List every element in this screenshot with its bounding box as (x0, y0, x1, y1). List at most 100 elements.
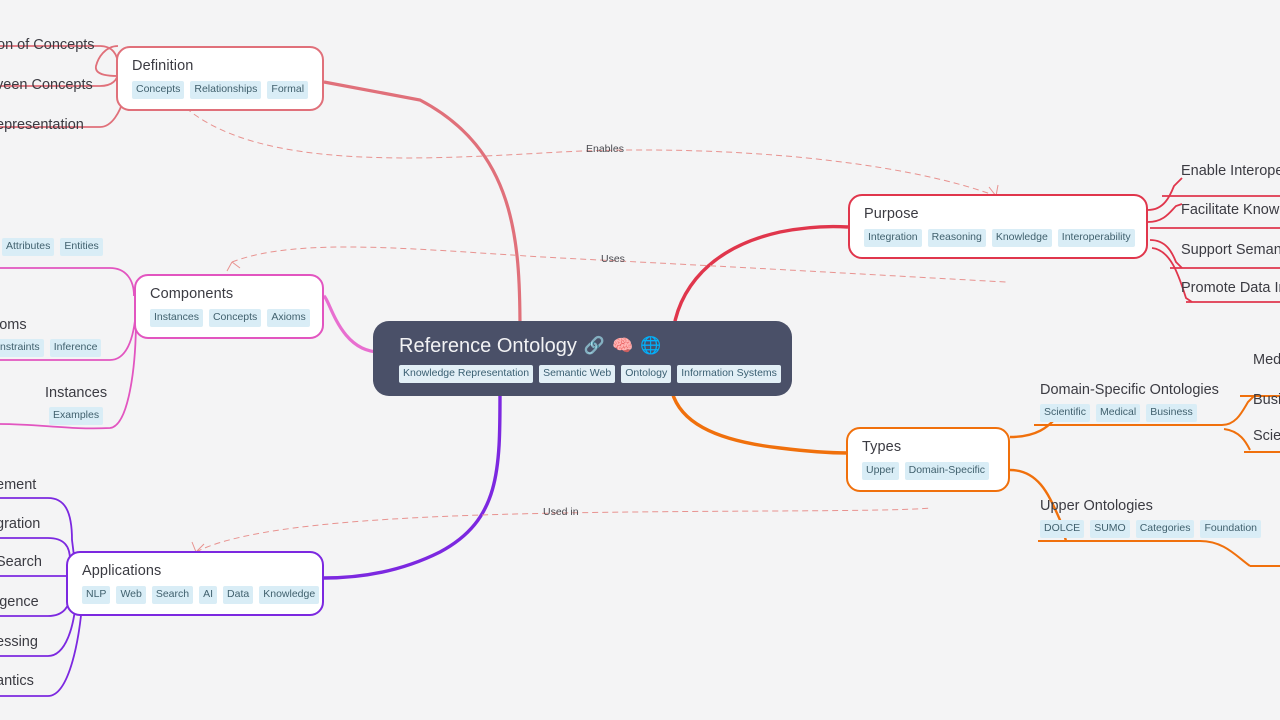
node-title: Types (862, 439, 902, 455)
connection-label-used-in: Used in (543, 506, 579, 518)
tag[interactable]: Medical (1096, 404, 1141, 422)
node-types-child-upper[interactable]: Upper Ontologies DOLCE SUMO Categories F… (1040, 497, 1262, 538)
connection-label-enables: Enables (586, 143, 624, 155)
tag[interactable]: Relationships (190, 81, 262, 99)
tag[interactable]: Search (151, 586, 194, 604)
connection-label-uses: Uses (601, 253, 625, 265)
node-title: Components (150, 286, 234, 302)
tag[interactable]: Foundation (1200, 520, 1262, 538)
node-applications-child-2[interactable]: gration (0, 515, 40, 534)
tag[interactable]: Information Systems (677, 365, 781, 383)
tag[interactable]: Knowledge Representation (399, 365, 534, 383)
node-components-child-1[interactable]: Attributes Entities (2, 238, 103, 256)
tag[interactable]: DOLCE (1040, 520, 1085, 538)
node-title: Domain-Specific Ontologies (1040, 382, 1219, 398)
link-icon: 🔗 (583, 336, 606, 355)
node-definition-child-2[interactable]: veen Concepts (0, 76, 93, 95)
node-applications[interactable]: Applications NLP Web Search AI Data Know… (66, 551, 324, 616)
node-title: Purpose (864, 206, 919, 222)
node-components-child-2[interactable]: ioms nstraints Inference (0, 316, 102, 357)
node-tags: Scientific Medical Business (1040, 404, 1219, 422)
tag[interactable]: Scientific (1040, 404, 1091, 422)
connection-label-text: Uses (601, 253, 625, 265)
edge-components-leaf-1 (0, 267, 135, 297)
node-types-grandchild-1[interactable]: Med (1253, 351, 1280, 370)
tag[interactable]: Examples (48, 407, 104, 425)
edge-dso-child-2 (1223, 428, 1251, 451)
central-node[interactable]: Reference Ontology 🔗 🧠 🌐 Knowledge Repre… (373, 321, 792, 396)
node-types-grandchild-2[interactable]: Busi (1253, 391, 1280, 410)
node-title: gration (0, 516, 41, 532)
tag[interactable]: Concepts (208, 309, 262, 327)
tag[interactable]: Instances (150, 309, 203, 327)
edge-central-components (322, 294, 381, 354)
node-applications-child-6[interactable]: antics (0, 672, 34, 691)
node-title: essing (0, 634, 38, 650)
node-purpose-child-4[interactable]: Promote Data Int (1181, 279, 1280, 298)
node-title: ioms (0, 317, 27, 333)
node-purpose[interactable]: Purpose Integration Reasoning Knowledge … (848, 194, 1148, 259)
node-tags: Instances Concepts Axioms (150, 309, 310, 327)
node-title: Support Semant (1181, 242, 1280, 258)
tag[interactable]: Knowledge (259, 586, 320, 604)
node-title: Definition (132, 58, 194, 74)
tag[interactable]: Business (1146, 404, 1197, 422)
connection-uses-arrow (226, 261, 241, 272)
tag[interactable]: Semantic Web (539, 365, 616, 383)
tag[interactable]: Integration (864, 229, 922, 247)
node-purpose-child-3[interactable]: Support Semant (1181, 241, 1280, 260)
mindmap-canvas: Reference Ontology 🔗 🧠 🌐 Knowledge Repre… (0, 0, 1280, 720)
brain-icon: 🧠 (612, 336, 634, 355)
edge-dso-child-1 (1221, 395, 1255, 426)
central-node-title-row: Reference Ontology 🔗 🧠 🌐 (399, 333, 772, 359)
node-definition-child-3[interactable]: epresentation (0, 116, 84, 135)
edge-central-types (670, 391, 849, 455)
tag[interactable]: nstraints (0, 339, 44, 357)
node-title: igence (0, 594, 39, 610)
tag[interactable]: Data (223, 586, 254, 604)
node-applications-child-1[interactable]: ement (0, 476, 36, 495)
node-types[interactable]: Types Upper Domain-Specific (846, 427, 1010, 492)
tag[interactable]: Interoperability (1057, 229, 1135, 247)
tag[interactable]: Axioms (267, 309, 310, 327)
tag[interactable]: Ontology (621, 365, 672, 383)
edge-definition-child1 (95, 45, 119, 77)
tag[interactable]: AI (199, 586, 218, 604)
node-applications-child-4[interactable]: igence (0, 593, 39, 612)
node-applications-child-5[interactable]: essing (0, 633, 38, 652)
node-tags: DOLCE SUMO Categories Foundation (1040, 520, 1262, 538)
tag[interactable]: Concepts (132, 81, 185, 99)
tag[interactable]: Upper (862, 462, 899, 480)
tag[interactable]: Formal (267, 81, 309, 99)
tag[interactable]: Entities (60, 238, 103, 256)
node-components-child-3[interactable]: Instances Examples (45, 384, 107, 425)
node-types-child-domain-specific[interactable]: Domain-Specific Ontologies Scientific Me… (1040, 381, 1219, 422)
node-title: Instances (45, 385, 108, 401)
globe-icon: 🌐 (640, 336, 662, 355)
node-tags: Attributes Entities (2, 238, 103, 256)
node-title: Search (0, 554, 42, 570)
node-tags: Concepts Relationships Formal (132, 81, 309, 99)
node-tags: Integration Reasoning Knowledge Interope… (864, 229, 1135, 247)
tag[interactable]: NLP (82, 586, 111, 604)
node-title: veen Concepts (0, 77, 93, 93)
tag[interactable]: Categories (1135, 520, 1195, 538)
tag[interactable]: SUMO (1090, 520, 1130, 538)
tag[interactable]: Inference (49, 339, 102, 357)
node-components[interactable]: Components Instances Concepts Axioms (134, 274, 324, 339)
node-definition[interactable]: Definition Concepts Relationships Formal (116, 46, 324, 111)
node-types-grandchild-3[interactable]: Scie (1253, 427, 1280, 446)
node-applications-child-3[interactable]: Search (0, 553, 42, 572)
tag[interactable]: Knowledge (991, 229, 1052, 247)
tag[interactable]: Reasoning (927, 229, 986, 247)
edge-central-definition (323, 80, 522, 331)
edge-upper-line (1038, 540, 1251, 567)
tag[interactable]: Web (116, 586, 146, 604)
node-tags: Examples (45, 407, 107, 425)
tag[interactable]: Attributes (2, 238, 55, 256)
node-purpose-child-1[interactable]: Enable Interoper (1181, 162, 1280, 181)
node-purpose-child-2[interactable]: Facilitate Knowle (1181, 201, 1280, 220)
connection-label-text: Used in (543, 506, 579, 518)
tag[interactable]: Domain-Specific (904, 462, 990, 480)
node-definition-child-1[interactable]: on of Concepts (0, 36, 95, 55)
